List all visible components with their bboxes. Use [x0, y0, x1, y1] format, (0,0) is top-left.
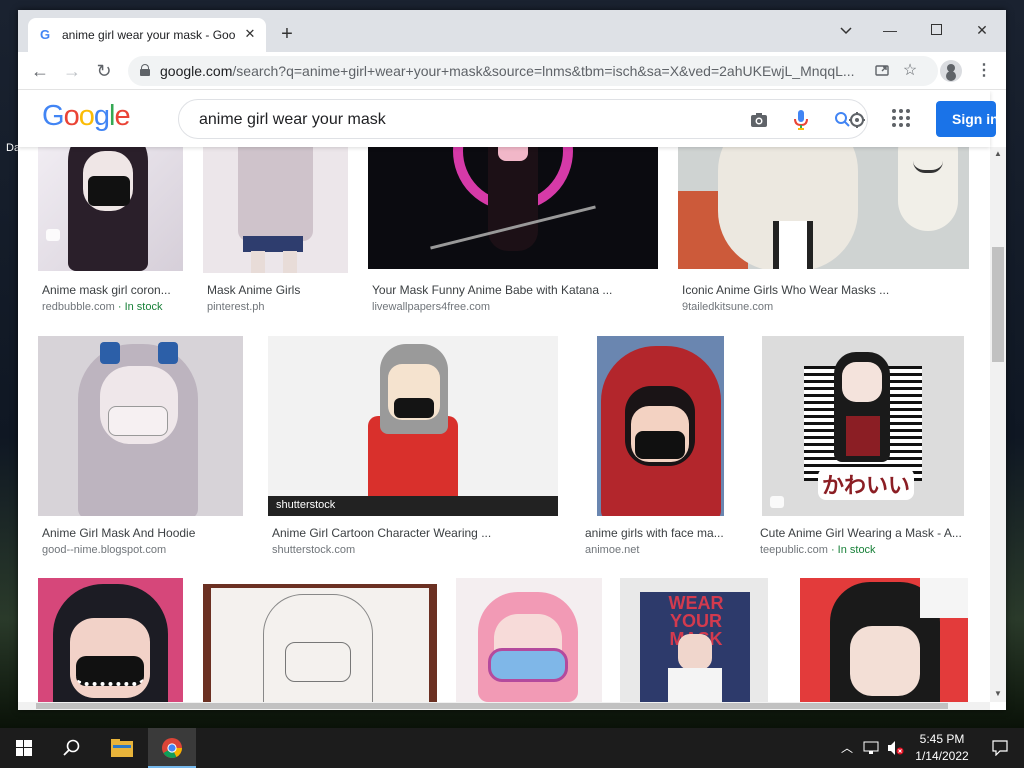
google-header: Google anime girl wear your mask Sign in	[18, 91, 996, 147]
result-caption[interactable]: anime girls with face ma...	[585, 526, 735, 540]
profile-avatar-icon[interactable]	[940, 60, 962, 82]
tab-search-icon[interactable]	[824, 16, 868, 44]
image-result[interactable]: Mask Anime Girls pinterest.ph	[203, 131, 353, 313]
product-tag-icon	[770, 496, 784, 508]
image-result[interactable]	[203, 584, 438, 709]
back-arrow-icon[interactable]: ←	[28, 59, 52, 83]
lock-icon[interactable]	[140, 64, 150, 76]
reload-icon[interactable]: ↻	[92, 59, 116, 83]
clock-time: 5:45 PM	[919, 732, 965, 746]
close-tab-icon[interactable]: ✕	[242, 26, 258, 42]
file-explorer-icon[interactable]	[100, 728, 144, 768]
network-icon[interactable]	[860, 728, 882, 768]
result-caption[interactable]: Iconic Anime Girls Who Wear Masks ...	[682, 283, 967, 297]
search-lens-icon[interactable]	[833, 109, 867, 131]
bookmark-star-icon[interactable]: ☆	[900, 61, 920, 81]
tab-active[interactable]: G anime girl wear your mask - Goo ✕	[28, 18, 266, 52]
windows-start-icon[interactable]	[2, 728, 46, 768]
kawaii-text: かわいい	[818, 468, 915, 500]
taskbar: ︿ 5:45 PM 1/14/2022	[0, 728, 1024, 768]
result-thumbnail[interactable]	[368, 131, 658, 269]
result-thumbnail[interactable]	[203, 131, 348, 273]
image-result[interactable]: shutterstock Anime Girl Cartoon Characte…	[268, 336, 563, 556]
google-favicon-icon: G	[40, 27, 51, 42]
image-result[interactable]	[38, 578, 183, 708]
result-caption[interactable]: Anime Girl Mask And Hoodie	[42, 526, 242, 540]
image-result[interactable]: Iconic Anime Girls Who Wear Masks ... 9t…	[678, 131, 973, 313]
forward-arrow-icon[interactable]: →	[60, 59, 84, 83]
image-result[interactable]: かわいい Cute Anime Girl Wearing a Mask - A.…	[758, 336, 973, 556]
horizontal-scrollbar[interactable]	[18, 702, 990, 710]
clock-date: 1/14/2022	[915, 749, 969, 763]
image-result[interactable]: Your Mask Funny Anime Babe with Katana .…	[368, 131, 663, 313]
browser-toolbar: ← → ↻ google.com/search?q=anime+girl+wea…	[18, 52, 1006, 90]
camera-search-icon[interactable]	[749, 111, 769, 129]
vertical-scroll-thumb[interactable]	[992, 247, 1004, 362]
result-source[interactable]: pinterest.ph	[207, 301, 347, 313]
image-result[interactable]: Anime Girl Mask And Hoodie good--nime.bl…	[38, 336, 248, 556]
chrome-window: G anime girl wear your mask - Goo ✕ + — …	[18, 10, 1006, 710]
result-caption[interactable]: Mask Anime Girls	[207, 283, 347, 297]
notifications-icon[interactable]	[978, 728, 1022, 768]
minimize-button[interactable]: —	[868, 16, 912, 44]
image-result[interactable]	[456, 578, 604, 708]
result-thumbnail[interactable]	[38, 131, 183, 271]
search-icon[interactable]	[50, 728, 94, 768]
result-thumbnail[interactable]	[678, 131, 969, 269]
result-source[interactable]: teepublic.com · In stock	[760, 544, 970, 556]
image-result[interactable]: WEAR YOUR MASK	[620, 578, 768, 708]
chrome-taskbar-icon[interactable]	[148, 728, 196, 768]
result-source[interactable]: livewallpapers4free.com	[372, 301, 657, 313]
search-query-text[interactable]: anime girl wear your mask	[199, 111, 386, 129]
result-caption[interactable]: Anime Girl Cartoon Character Wearing ...	[272, 526, 557, 540]
image-result[interactable]: anime girls with face ma... animoe.net	[583, 336, 738, 556]
microphone-icon[interactable]	[793, 109, 809, 131]
image-result[interactable]: Anime mask girl coron... redbubble.com ·…	[38, 131, 188, 313]
result-source[interactable]: good--nime.blogspot.com	[42, 544, 242, 556]
horizontal-scroll-thumb[interactable]	[36, 703, 948, 709]
result-source[interactable]: shutterstock.com	[272, 544, 557, 556]
maximize-button[interactable]	[914, 16, 958, 44]
vertical-scrollbar[interactable]: ▲ ▼	[990, 147, 1006, 702]
google-logo[interactable]: Google	[42, 100, 131, 133]
result-thumbnail[interactable]	[203, 584, 437, 704]
result-source[interactable]: 9tailedkitsune.com	[682, 301, 967, 313]
close-window-button[interactable]: ✕	[960, 16, 1004, 44]
result-thumbnail[interactable]	[456, 578, 602, 703]
result-source[interactable]: animoe.net	[585, 544, 735, 556]
result-source[interactable]: redbubble.com · In stock	[42, 301, 182, 313]
system-clock[interactable]: 5:45 PM 1/14/2022	[912, 731, 972, 765]
volume-muted-icon[interactable]	[884, 728, 906, 768]
result-thumbnail[interactable]	[38, 578, 183, 703]
result-caption[interactable]: Your Mask Funny Anime Babe with Katana .…	[372, 283, 657, 297]
tab-title: anime girl wear your mask - Goo	[62, 28, 236, 42]
image-result[interactable]	[800, 578, 970, 708]
share-icon[interactable]	[872, 61, 892, 81]
google-apps-icon[interactable]	[892, 109, 912, 129]
result-caption[interactable]: Cute Anime Girl Wearing a Mask - A...	[760, 526, 970, 540]
result-thumbnail[interactable]: shutterstock	[268, 336, 558, 516]
kebab-menu-icon[interactable]: ⋮	[974, 61, 994, 81]
chevron-up-icon[interactable]: ︿	[838, 728, 856, 768]
tab-strip: G anime girl wear your mask - Goo ✕ + — …	[18, 10, 1006, 52]
result-thumbnail[interactable]	[38, 336, 243, 516]
result-thumbnail[interactable]: かわいい	[762, 336, 964, 516]
shutterstock-watermark: shutterstock	[276, 499, 336, 511]
url-text[interactable]: google.com/search?q=anime+girl+wear+your…	[160, 63, 860, 79]
result-thumbnail[interactable]: WEAR YOUR MASK	[620, 578, 768, 703]
search-input[interactable]: anime girl wear your mask	[178, 99, 868, 139]
sign-in-button[interactable]: Sign in	[936, 101, 996, 137]
page-content: Google anime girl wear your mask Sign in…	[18, 91, 1006, 710]
result-thumbnail[interactable]	[597, 336, 724, 516]
new-tab-button[interactable]: +	[276, 24, 298, 46]
address-bar[interactable]: google.com/search?q=anime+girl+wear+your…	[128, 56, 938, 86]
result-caption[interactable]: Anime mask girl coron...	[42, 283, 182, 297]
result-thumbnail[interactable]	[800, 578, 968, 703]
product-tag-icon	[46, 229, 60, 241]
